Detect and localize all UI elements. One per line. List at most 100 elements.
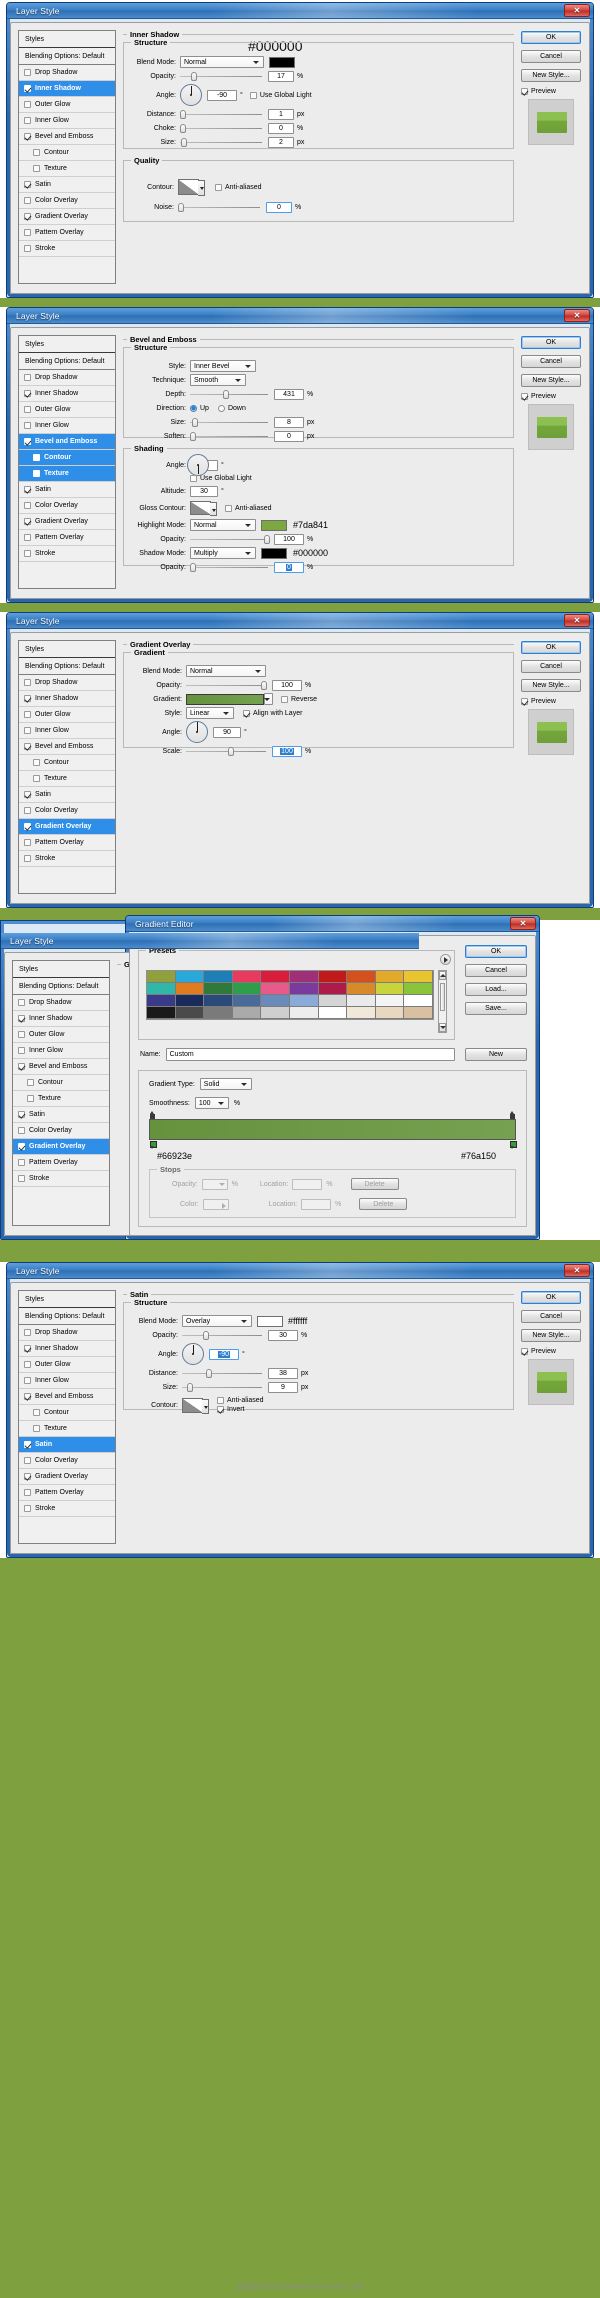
smoothness-select[interactable]: 100 [194, 1097, 229, 1109]
close-icon[interactable]: ✕ [564, 1264, 590, 1277]
cancel-button[interactable]: Cancel [521, 50, 581, 63]
soften-slider[interactable] [190, 430, 268, 442]
ok-button[interactable]: OK [521, 641, 581, 654]
checkbox-icon[interactable] [217, 1397, 224, 1404]
highlight-opacity-input[interactable]: 100 [274, 533, 304, 545]
checkbox-icon[interactable] [521, 88, 528, 95]
preset-swatch[interactable] [204, 995, 233, 1007]
preset-swatch[interactable] [232, 983, 262, 995]
distance-input[interactable]: 38 [268, 1367, 298, 1379]
soften-input[interactable]: 0 [274, 430, 304, 442]
stop-delete-button[interactable]: Delete [350, 1178, 399, 1190]
load-button[interactable]: Load... [465, 983, 527, 996]
sidebar-item-drop-shadow[interactable]: Drop Shadow [19, 370, 115, 386]
checkbox-icon[interactable] [33, 1409, 40, 1416]
antialiased-row[interactable]: Anti-aliased [217, 1397, 264, 1404]
sidebar-item-satin[interactable]: Satin [13, 1107, 109, 1123]
checkbox-icon[interactable] [18, 999, 25, 1006]
scroll-up-icon[interactable] [439, 971, 446, 980]
checkbox-icon[interactable] [33, 1425, 40, 1432]
stop-delete2-button[interactable]: Delete [359, 1198, 408, 1210]
cancel-button[interactable]: Cancel [521, 660, 581, 673]
checkbox-icon[interactable] [24, 791, 31, 798]
preset-swatch[interactable] [404, 995, 433, 1007]
sidebar-item-gradient-overlay[interactable]: Gradient Overlay [13, 1139, 109, 1155]
checkbox-icon[interactable] [24, 101, 31, 108]
contour-preview[interactable] [182, 1397, 209, 1414]
shadow-mode-select[interactable]: Multiply [190, 547, 256, 559]
size-slider[interactable] [180, 136, 262, 148]
gradient-strip-area[interactable] [149, 1111, 517, 1149]
chevron-down-icon[interactable] [210, 502, 217, 516]
checkbox-icon[interactable] [33, 165, 40, 172]
close-icon[interactable]: ✕ [564, 614, 590, 627]
size-input[interactable]: 8 [274, 416, 304, 428]
preview-toggle[interactable]: Preview [521, 393, 581, 400]
opacity-slider[interactable] [180, 70, 262, 82]
checkbox-icon[interactable] [33, 454, 40, 461]
checkbox-icon[interactable] [24, 679, 31, 686]
depth-input[interactable]: 431 [274, 388, 304, 400]
checkbox-icon[interactable] [24, 69, 31, 76]
preset-swatch[interactable] [232, 1007, 262, 1019]
sidebar-item-stroke[interactable]: Stroke [13, 1171, 109, 1187]
checkbox-icon[interactable] [24, 390, 31, 397]
sidebar-item-contour[interactable]: Contour [19, 450, 115, 466]
gradient-type-select[interactable]: Solid [199, 1078, 252, 1090]
sidebar-item-drop-shadow[interactable]: Drop Shadow [13, 995, 109, 1011]
gradient-color-stop-left[interactable] [149, 1140, 157, 1149]
checkbox-icon[interactable] [24, 181, 31, 188]
highlight-opacity-slider[interactable] [190, 533, 271, 545]
preset-swatch[interactable] [375, 971, 405, 983]
ok-button[interactable]: OK [465, 945, 527, 958]
distance-input[interactable]: 1 [268, 108, 294, 120]
preset-swatch[interactable] [375, 1007, 405, 1019]
choke-slider[interactable] [180, 122, 262, 134]
preset-swatch[interactable] [347, 983, 376, 995]
layer-style-dialog-gradient-overlay[interactable]: Layer Style ✕ Styles Blending Options: D… [6, 612, 594, 908]
checkbox-icon[interactable] [33, 759, 40, 766]
preset-swatch[interactable] [232, 971, 262, 983]
sidebar-item-bevel-and-emboss[interactable]: Bevel and Emboss [19, 434, 115, 450]
blend-color-swatch[interactable] [269, 56, 295, 68]
checkbox-icon[interactable] [243, 709, 250, 717]
preset-swatch[interactable] [147, 995, 176, 1007]
preset-swatch[interactable] [175, 983, 205, 995]
checkbox-icon[interactable] [18, 1047, 25, 1054]
styles-list[interactable]: Styles Blending Options: Default Drop Sh… [18, 640, 116, 894]
checkbox-icon[interactable] [190, 475, 197, 482]
sidebar-item-drop-shadow[interactable]: Drop Shadow [19, 65, 115, 81]
checkbox-icon[interactable] [24, 1473, 31, 1480]
sidebar-item-satin[interactable]: Satin [19, 787, 115, 803]
preset-swatch[interactable] [290, 995, 319, 1007]
radio-down-icon[interactable] [217, 404, 225, 412]
sidebar-item-outer-glow[interactable]: Outer Glow [19, 1357, 115, 1373]
sidebar-item-contour[interactable]: Contour [19, 1405, 115, 1421]
size-input[interactable]: 9 [268, 1381, 298, 1393]
opacity-slider[interactable] [186, 679, 268, 691]
depth-slider[interactable] [190, 388, 268, 400]
preset-swatch[interactable] [147, 971, 176, 983]
preset-swatch[interactable] [347, 971, 376, 983]
checkbox-icon[interactable] [24, 213, 31, 220]
save-button[interactable]: Save... [465, 1002, 527, 1015]
preset-swatch[interactable] [147, 983, 176, 995]
checkbox-icon[interactable] [24, 695, 31, 702]
close-icon[interactable]: ✕ [510, 917, 536, 930]
preset-swatch[interactable] [375, 995, 405, 1007]
checkbox-icon[interactable] [24, 422, 31, 429]
sidebar-item-inner-shadow[interactable]: Inner Shadow [19, 386, 115, 402]
preset-swatch[interactable] [290, 1007, 319, 1019]
scroll-down-icon[interactable] [439, 1023, 446, 1032]
preset-swatch[interactable] [261, 983, 290, 995]
sidebar-item-stroke[interactable]: Stroke [19, 546, 115, 562]
sidebar-item-outer-glow[interactable]: Outer Glow [19, 97, 115, 113]
close-icon[interactable]: ✕ [564, 309, 590, 322]
scrollbar-thumb[interactable] [440, 983, 445, 1011]
angle-dial[interactable] [186, 721, 208, 743]
opacity-slider[interactable] [182, 1329, 262, 1341]
sidebar-item-inner-glow[interactable]: Inner Glow [19, 113, 115, 129]
new-button[interactable]: New [465, 1048, 527, 1061]
stop-color-swatch[interactable] [202, 1198, 229, 1210]
preset-swatch[interactable] [175, 995, 205, 1007]
